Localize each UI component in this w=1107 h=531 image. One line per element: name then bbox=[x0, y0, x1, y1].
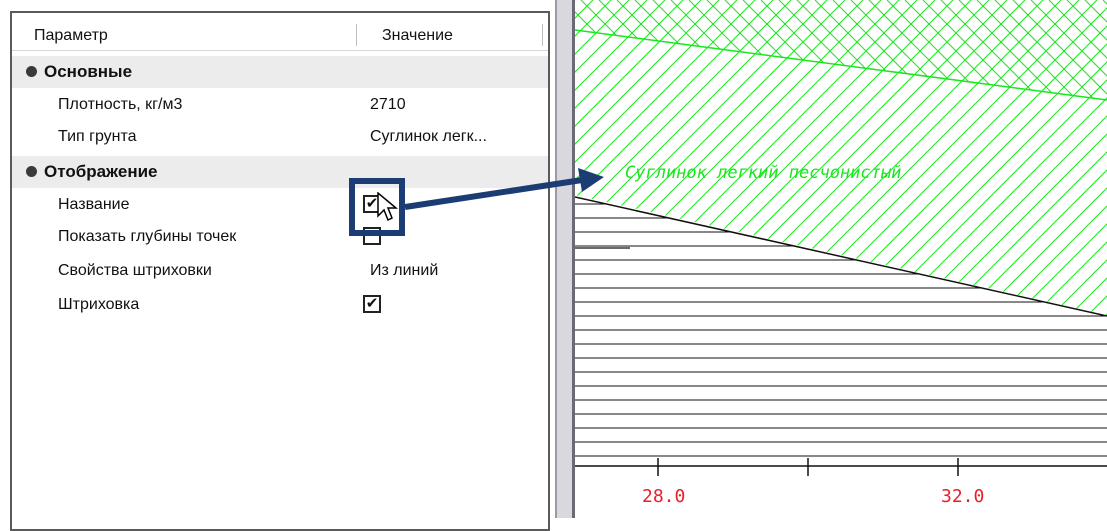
annotation-arrow bbox=[404, 168, 604, 210]
arrow-head-icon bbox=[578, 168, 604, 192]
arrow-shaft bbox=[404, 177, 583, 210]
